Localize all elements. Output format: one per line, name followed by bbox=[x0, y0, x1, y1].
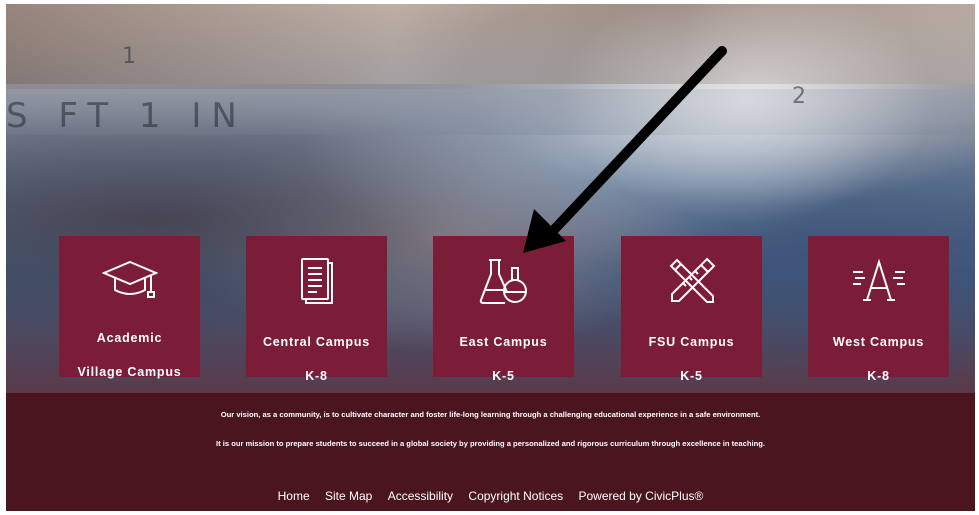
campus-label: FSU Campus K-5 bbox=[641, 317, 743, 402]
pool-depth-marking: S FT 1 IN bbox=[6, 96, 247, 136]
campus-label: West Campus K-8 bbox=[825, 317, 932, 402]
page-frame: S FT 1 IN 1 2 Academic Village Campus 6-… bbox=[6, 4, 975, 511]
footer-links: Home Site Map Accessibility Copyright No… bbox=[6, 489, 975, 503]
footer-link-accessibility[interactable]: Accessibility bbox=[388, 489, 453, 503]
campus-label: Central Campus K-8 bbox=[255, 317, 378, 402]
campus-name-line1: Central Campus bbox=[262, 335, 371, 349]
campus-name-line2: Village Campus bbox=[77, 365, 182, 379]
water-splash bbox=[526, 4, 966, 244]
footer-link-civicplus[interactable]: Powered by CivicPlus® bbox=[578, 489, 703, 503]
flask-icon bbox=[477, 258, 531, 304]
campus-name-line1: West Campus bbox=[832, 335, 925, 349]
lane-number: 1 bbox=[122, 44, 136, 69]
book-icon bbox=[297, 258, 337, 304]
campus-grades: K-8 bbox=[867, 369, 890, 383]
footer-link-copyright[interactable]: Copyright Notices bbox=[468, 489, 563, 503]
graduation-cap-icon bbox=[101, 258, 158, 300]
campus-tile-west[interactable]: West Campus K-8 bbox=[808, 236, 949, 383]
vision-statement: Our vision, as a community, is to cultiv… bbox=[220, 410, 761, 419]
campus-grades: K-8 bbox=[305, 369, 328, 383]
campus-name-line1: Academic bbox=[96, 331, 163, 345]
campus-tile-academic-village[interactable]: Academic Village Campus 6-12 bbox=[59, 236, 200, 413]
campus-label: East Campus K-5 bbox=[452, 317, 556, 402]
campus-tile-central[interactable]: Central Campus K-8 bbox=[246, 236, 387, 383]
campus-tile-fsu[interactable]: FSU Campus K-5 bbox=[621, 236, 762, 383]
letter-a-icon bbox=[851, 258, 907, 304]
campus-grades: K-5 bbox=[492, 369, 515, 383]
footer-link-home[interactable]: Home bbox=[278, 489, 310, 503]
campus-grades: K-5 bbox=[680, 369, 703, 383]
campus-name-line1: FSU Campus bbox=[648, 335, 735, 349]
campus-name-line1: East Campus bbox=[459, 335, 548, 349]
ruler-pencil-icon bbox=[667, 257, 717, 304]
lane-number: 2 bbox=[792, 84, 806, 109]
footer-link-site-map[interactable]: Site Map bbox=[325, 489, 372, 503]
campus-tile-east[interactable]: East Campus K-5 bbox=[433, 236, 574, 383]
mission-statement: It is our mission to prepare students to… bbox=[216, 439, 765, 448]
